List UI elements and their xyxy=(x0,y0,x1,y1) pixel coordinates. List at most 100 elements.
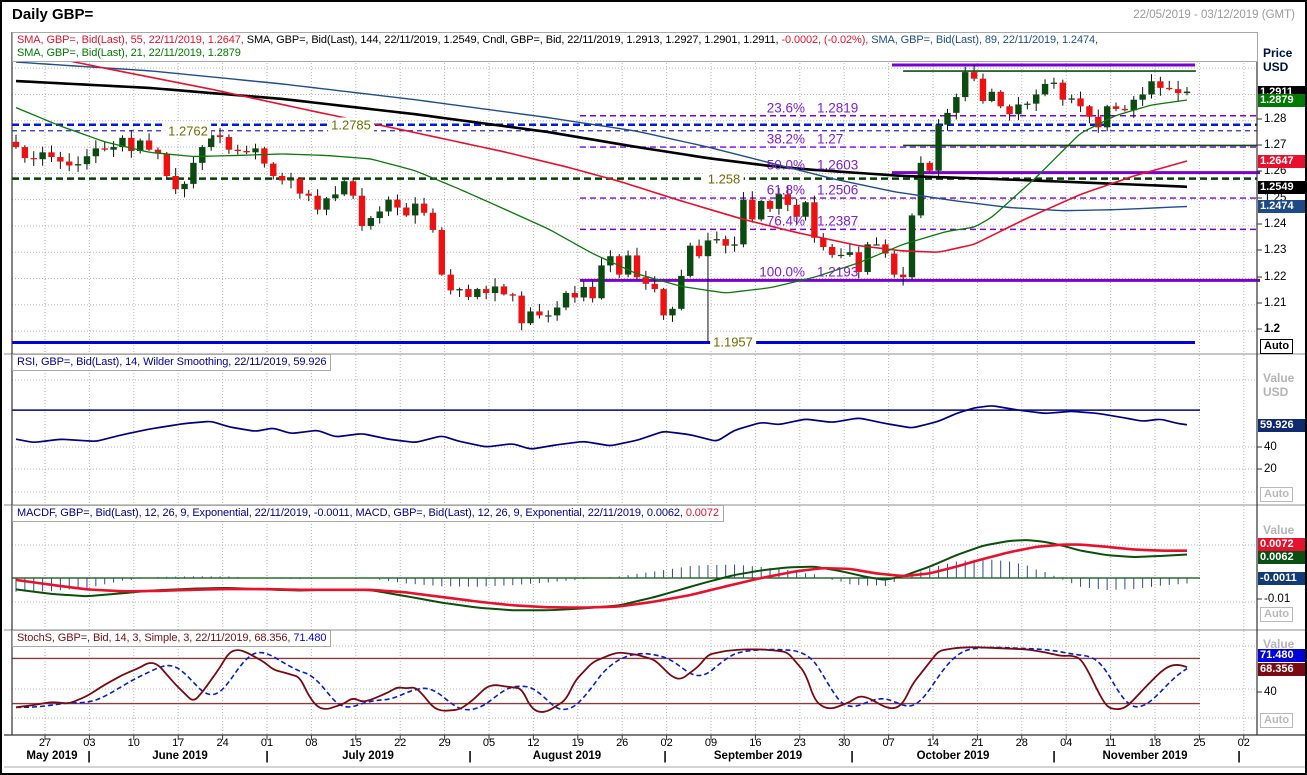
fib-price: 1.2506 xyxy=(817,182,859,198)
fib-pct: 61.8% xyxy=(766,182,805,198)
x-axis-day-tick: 08 xyxy=(305,737,318,749)
fib-level-label: 23.6% 1.2819 xyxy=(739,100,859,116)
x-axis-day-tick: 29 xyxy=(438,737,451,749)
price-last-value-badge: 1.2647 xyxy=(1258,154,1305,168)
price-legend-segment: -0.0002, (-0.02%), xyxy=(781,34,872,46)
stoch-legend-segment: 71.480 xyxy=(293,632,327,644)
x-axis-day-tick: 27 xyxy=(38,737,52,749)
price-legend-segment: SMA, GBP=, Bid(Last), 144, 22/11/2019, 1… xyxy=(246,34,782,46)
x-axis-month-label: June 2019 xyxy=(152,750,208,762)
x-axis-day-tick: 23 xyxy=(793,737,806,749)
price-axis-header: USD xyxy=(1263,60,1289,74)
x-axis-month-label: August 2019 xyxy=(532,750,602,762)
x-axis-month-separator: | xyxy=(265,749,269,763)
level-label-1.2762: 1.2762 xyxy=(165,123,211,139)
x-axis-day-tick: 26 xyxy=(616,737,629,749)
stoch-last-value-badge: 68.356 xyxy=(1258,662,1305,676)
price-auto-scale-button[interactable]: Auto xyxy=(1260,339,1294,354)
price-axis-tick-label: 1.22 xyxy=(1264,271,1287,283)
x-axis-day-tick: 15 xyxy=(349,737,362,749)
x-axis-day-tick: 30 xyxy=(838,737,851,749)
price-last-value-badge: 1.2474 xyxy=(1258,199,1305,213)
x-axis-month-label: July 2019 xyxy=(342,750,394,762)
fib-price: 1.27 xyxy=(817,131,844,147)
level-label-1.2785: 1.2785 xyxy=(328,117,374,133)
fib-price: 1.2193 xyxy=(817,264,859,280)
x-axis-day-tick: 10 xyxy=(127,737,140,749)
x-axis-day-tick: 02 xyxy=(1237,737,1250,749)
x-axis-day-tick: 17 xyxy=(172,737,185,749)
rsi-axis-tick-label: 40 xyxy=(1264,441,1277,453)
macd-last-value-badge: 0.0062 xyxy=(1258,550,1305,564)
fib-pct: 100.0% xyxy=(759,264,805,280)
price-axis-tick-label: 1.23 xyxy=(1264,244,1287,256)
macd-last-value-badge: 0.0072 xyxy=(1258,537,1305,551)
fib-pct: 50.0% xyxy=(766,157,805,173)
level-label-1.258: 1.258 xyxy=(704,171,744,187)
fib-price: 1.2603 xyxy=(817,157,859,173)
x-axis-month-label: November 2019 xyxy=(1102,750,1188,762)
rsi-axis-tick-label: 20 xyxy=(1264,463,1277,475)
x-axis-day-tick: 11 xyxy=(1104,737,1117,749)
price-last-value-badge: 1.2879 xyxy=(1258,93,1305,107)
x-axis-day-tick: 25 xyxy=(1193,737,1206,749)
x-axis-day-tick: 18 xyxy=(1148,737,1162,749)
fib-level-label: 38.2% 1.27 xyxy=(739,131,844,147)
x-axis-day-tick: 12 xyxy=(527,737,540,749)
stoch-legend-segment: StochS, GBP=, Bid, 14, 3, Simple, 3, 22/… xyxy=(17,632,294,644)
x-axis-day-tick: 22 xyxy=(394,737,407,749)
x-axis-day-tick: 09 xyxy=(704,737,718,749)
x-axis-day-tick: 04 xyxy=(1060,737,1073,749)
page-title: Daily GBP= xyxy=(12,6,94,23)
macd-legend-segment: MACDF, GBP=, Bid(Last), 12, 26, 9, Expon… xyxy=(17,507,686,519)
x-axis-day-tick: 02 xyxy=(660,737,673,749)
price-axis-tick-label: 1.28 xyxy=(1264,113,1287,125)
stoch-axis-tick-label: 40 xyxy=(1264,686,1277,698)
macd-auto-scale-button[interactable]: Auto xyxy=(1260,607,1294,622)
price-legend-segment: SMA, GBP=, Bid(Last), 89, 22/11/2019, 1.… xyxy=(871,34,1098,46)
fib-level-label: 50.0% 1.2603 xyxy=(739,157,859,173)
x-axis-day-tick: 05 xyxy=(482,737,496,749)
rsi-auto-scale-button[interactable]: Auto xyxy=(1260,487,1294,502)
stoch-panel-legend[interactable]: StochS, GBP=, Bid, 14, 3, Simple, 3, 22/… xyxy=(12,630,332,647)
chart-canvas[interactable] xyxy=(2,2,1307,775)
fib-pct: 38.2% xyxy=(766,131,805,147)
stoch-auto-scale-button[interactable]: Auto xyxy=(1260,713,1294,728)
time-range-label: 22/05/2019 - 03/12/2019 (GMT) xyxy=(1133,9,1295,21)
x-axis-day-tick: 28 xyxy=(1015,737,1028,749)
x-axis-month-separator: | xyxy=(663,749,667,763)
x-axis-day-tick: 21 xyxy=(971,737,984,749)
macd-axis-tick-label: -0.01 xyxy=(1264,593,1291,605)
fib-pct: 76.4% xyxy=(766,213,805,229)
macd-axis-header: Value xyxy=(1263,523,1295,537)
price-axis-tick-label: 1.27 xyxy=(1264,139,1287,151)
x-axis-day-tick: 01 xyxy=(260,737,274,749)
x-axis-day-tick: 07 xyxy=(882,737,895,749)
price-legend-segment: SMA, GBP=, Bid(Last), 21, 22/11/2019, 1.… xyxy=(17,46,241,59)
x-axis-month-separator: | xyxy=(1237,749,1241,763)
fib-level-label: 100.0% 1.2193 xyxy=(739,265,858,280)
macd-last-value-badge: -0.0011 xyxy=(1258,571,1305,585)
macd-legend-segment: 0.0072 xyxy=(685,507,719,519)
x-axis-day-tick: 03 xyxy=(83,737,96,749)
macd-panel-legend[interactable]: MACDF, GBP=, Bid(Last), 12, 26, 9, Expon… xyxy=(12,505,724,522)
price-panel-legend[interactable]: SMA, GBP=, Bid(Last), 55, 22/11/2019, 1.… xyxy=(12,32,1258,62)
x-axis-day-tick: 14 xyxy=(926,737,940,749)
x-axis-month-separator: | xyxy=(87,749,91,763)
rsi-last-value-badge: 59.926 xyxy=(1258,418,1305,432)
price-axis-tick-label: 1.24 xyxy=(1264,218,1287,230)
x-axis-month-separator: | xyxy=(468,749,472,763)
fib-price: 1.2387 xyxy=(817,213,859,229)
x-axis-month-separator: | xyxy=(1052,749,1056,763)
chart-window: Daily GBP= 22/05/2019 - 03/12/2019 (GMT)… xyxy=(0,0,1307,775)
price-axis-tick-label: 1.21 xyxy=(1264,297,1287,309)
x-axis-day-tick: 16 xyxy=(749,737,762,749)
x-axis-day-tick: 19 xyxy=(571,737,584,749)
rsi-panel-legend[interactable]: RSI, GBP=, Bid(Last), 14, Wilder Smoothi… xyxy=(12,354,332,371)
x-axis-month-separator: | xyxy=(850,749,854,763)
stoch-last-value-badge: 71.480 xyxy=(1258,648,1305,662)
rsi-axis-header: Value xyxy=(1263,371,1295,385)
fib-price: 1.2819 xyxy=(817,100,859,116)
price-axis-tick-label: 1.2 xyxy=(1264,323,1280,335)
x-axis-month-label: September 2019 xyxy=(713,750,803,762)
